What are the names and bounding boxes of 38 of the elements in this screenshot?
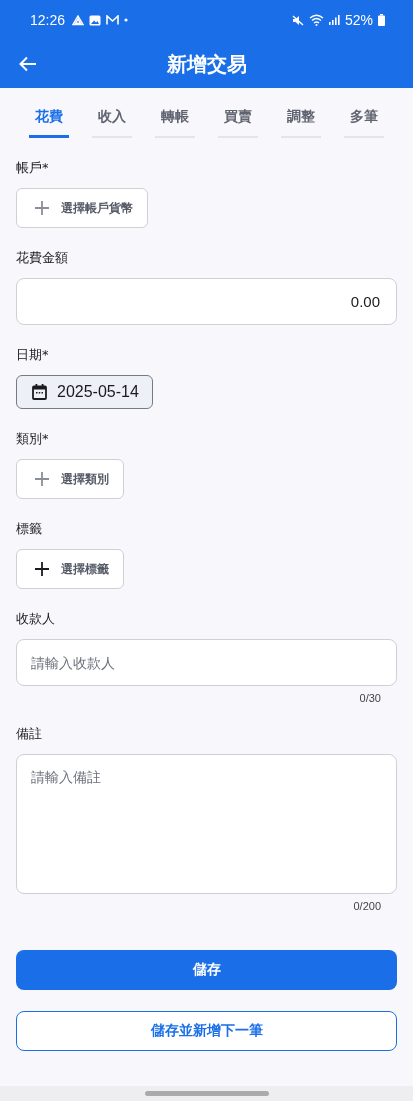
- tab[interactable]: 花費: [29, 108, 69, 138]
- drive-icon: [72, 14, 85, 26]
- character-counter: 0/30: [359, 692, 381, 704]
- image-icon: [89, 14, 102, 26]
- picker-button[interactable]: 選擇帳戶貨幣: [16, 188, 148, 228]
- picker-button[interactable]: 選擇類別: [16, 459, 124, 499]
- signal-icon: [328, 15, 340, 25]
- home-handle[interactable]: [144, 1091, 269, 1096]
- page-title: 新增交易: [166, 50, 247, 78]
- status-time: 12:26: [30, 12, 66, 28]
- dot-icon: [124, 18, 129, 22]
- field-label: 標籤: [16, 521, 42, 537]
- field-label: 帳戶*: [16, 160, 49, 176]
- calendar-icon: [32, 384, 47, 400]
- save-button[interactable]: 儲存: [16, 950, 397, 990]
- back-arrow-icon[interactable]: [19, 56, 37, 72]
- wifi-icon: [308, 14, 324, 26]
- payee-field[interactable]: 請輸入收款人: [16, 639, 397, 686]
- mail-icon: [106, 15, 120, 25]
- tab[interactable]: 轉帳: [155, 108, 195, 138]
- field-label: 收款人: [16, 611, 55, 627]
- date-button[interactable]: 2025-05-14: [16, 375, 153, 409]
- battery-icon: [378, 14, 385, 26]
- amount-field[interactable]: 0.00: [16, 278, 397, 325]
- tab[interactable]: 多筆: [344, 108, 384, 138]
- tab[interactable]: 買賣: [218, 108, 258, 138]
- mute-icon: [291, 14, 304, 26]
- field-label: 花費金額: [16, 250, 68, 266]
- note-field[interactable]: 請輸入備註: [16, 754, 397, 894]
- tab[interactable]: 收入: [92, 108, 132, 138]
- field-label: 類別*: [16, 431, 49, 447]
- field-label: 備註: [16, 726, 42, 742]
- field-label: 日期*: [16, 347, 49, 363]
- save-and-new-button[interactable]: 儲存並新增下一筆: [16, 1011, 397, 1051]
- battery-percent: 52%: [344, 12, 373, 28]
- character-counter: 0/200: [353, 900, 381, 912]
- picker-button[interactable]: 選擇標籤: [16, 549, 124, 589]
- tab[interactable]: 調整: [281, 108, 321, 138]
